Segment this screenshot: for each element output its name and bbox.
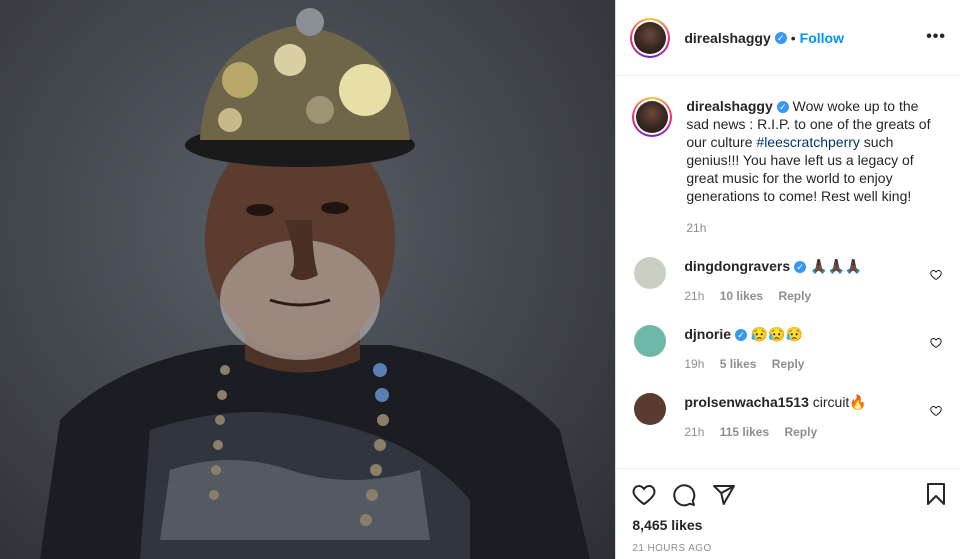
caption-username[interactable]: direalshaggy bbox=[686, 98, 772, 114]
post-timestamp[interactable]: 21 HOURS AGO bbox=[632, 543, 944, 554]
comment-reply-button[interactable]: Reply bbox=[784, 425, 817, 439]
comment-likes[interactable]: 115 likes bbox=[720, 425, 769, 439]
follow-separator: • bbox=[790, 29, 796, 46]
post-actions: 8,465 likes 21 HOURS AGO bbox=[616, 468, 960, 559]
post-photo[interactable] bbox=[0, 0, 616, 559]
verified-badge-icon: ✓ bbox=[794, 261, 807, 273]
comment-item: dingdongravers ✓ 🙏🏿🙏🏿🙏🏿 21h 10 likes Repl… bbox=[632, 257, 944, 305]
likes-count[interactable]: 8,465 likes bbox=[632, 517, 944, 533]
comment-likes[interactable]: 5 likes bbox=[720, 357, 757, 371]
verified-badge-icon: ✓ bbox=[774, 31, 787, 44]
commenter-avatar[interactable] bbox=[634, 257, 667, 289]
post-sidebar: direalshaggy ✓ • Follow ••• direalshaggy… bbox=[615, 0, 960, 559]
share-paper-plane-icon[interactable] bbox=[712, 483, 736, 507]
caption-time: 21h bbox=[686, 221, 707, 235]
comment-reply-button[interactable]: Reply bbox=[772, 357, 805, 371]
instagram-post: direalshaggy ✓ • Follow ••• direalshaggy… bbox=[0, 0, 960, 559]
post-header: direalshaggy ✓ • Follow ••• bbox=[616, 0, 960, 76]
comment-text: circuit🔥 bbox=[808, 394, 867, 410]
comment-text: 😥😥😥 bbox=[747, 326, 804, 342]
hashtag-link[interactable]: #leescratchperry bbox=[756, 134, 860, 150]
like-comment-heart-icon[interactable] bbox=[930, 337, 943, 349]
comment-item: prolsenwacha1513 circuit🔥 21h 115 likes … bbox=[632, 393, 944, 441]
like-comment-heart-icon[interactable] bbox=[930, 405, 943, 417]
comment-text: 🙏🏿🙏🏿🙏🏿 bbox=[806, 258, 863, 274]
commenter-username[interactable]: dingdongravers bbox=[684, 258, 790, 274]
caption-author-avatar[interactable] bbox=[632, 97, 673, 137]
verified-badge-icon: ✓ bbox=[735, 329, 748, 341]
comment-bubble-icon[interactable] bbox=[672, 483, 696, 507]
commenter-avatar[interactable] bbox=[634, 325, 667, 357]
comment-time: 21h bbox=[684, 425, 705, 439]
comments-section: direalshaggy ✓ Wow woke up to the sad new… bbox=[616, 77, 960, 467]
comment-likes[interactable]: 10 likes bbox=[720, 289, 763, 303]
more-options-icon[interactable]: ••• bbox=[926, 28, 946, 46]
like-heart-icon[interactable] bbox=[632, 483, 656, 507]
comment-item: djnorie ✓ 😥😥😥 19h 5 likes Reply bbox=[632, 325, 944, 373]
commenter-username[interactable]: prolsenwacha1513 bbox=[684, 394, 809, 410]
follow-button[interactable]: Follow bbox=[800, 30, 844, 46]
commenter-avatar[interactable] bbox=[634, 393, 667, 425]
portrait-illustration bbox=[40, 8, 590, 559]
comment-reply-button[interactable]: Reply bbox=[778, 289, 811, 303]
post-caption: direalshaggy ✓ Wow woke up to the sad new… bbox=[632, 97, 944, 237]
save-bookmark-icon[interactable] bbox=[924, 482, 948, 506]
comment-time: 21h bbox=[684, 289, 705, 303]
author-username[interactable]: direalshaggy bbox=[684, 30, 770, 46]
author-avatar[interactable] bbox=[630, 17, 671, 58]
comment-time: 19h bbox=[684, 357, 705, 371]
like-comment-heart-icon[interactable] bbox=[930, 269, 943, 281]
verified-badge-icon: ✓ bbox=[776, 101, 789, 113]
commenter-username[interactable]: djnorie bbox=[684, 326, 731, 342]
